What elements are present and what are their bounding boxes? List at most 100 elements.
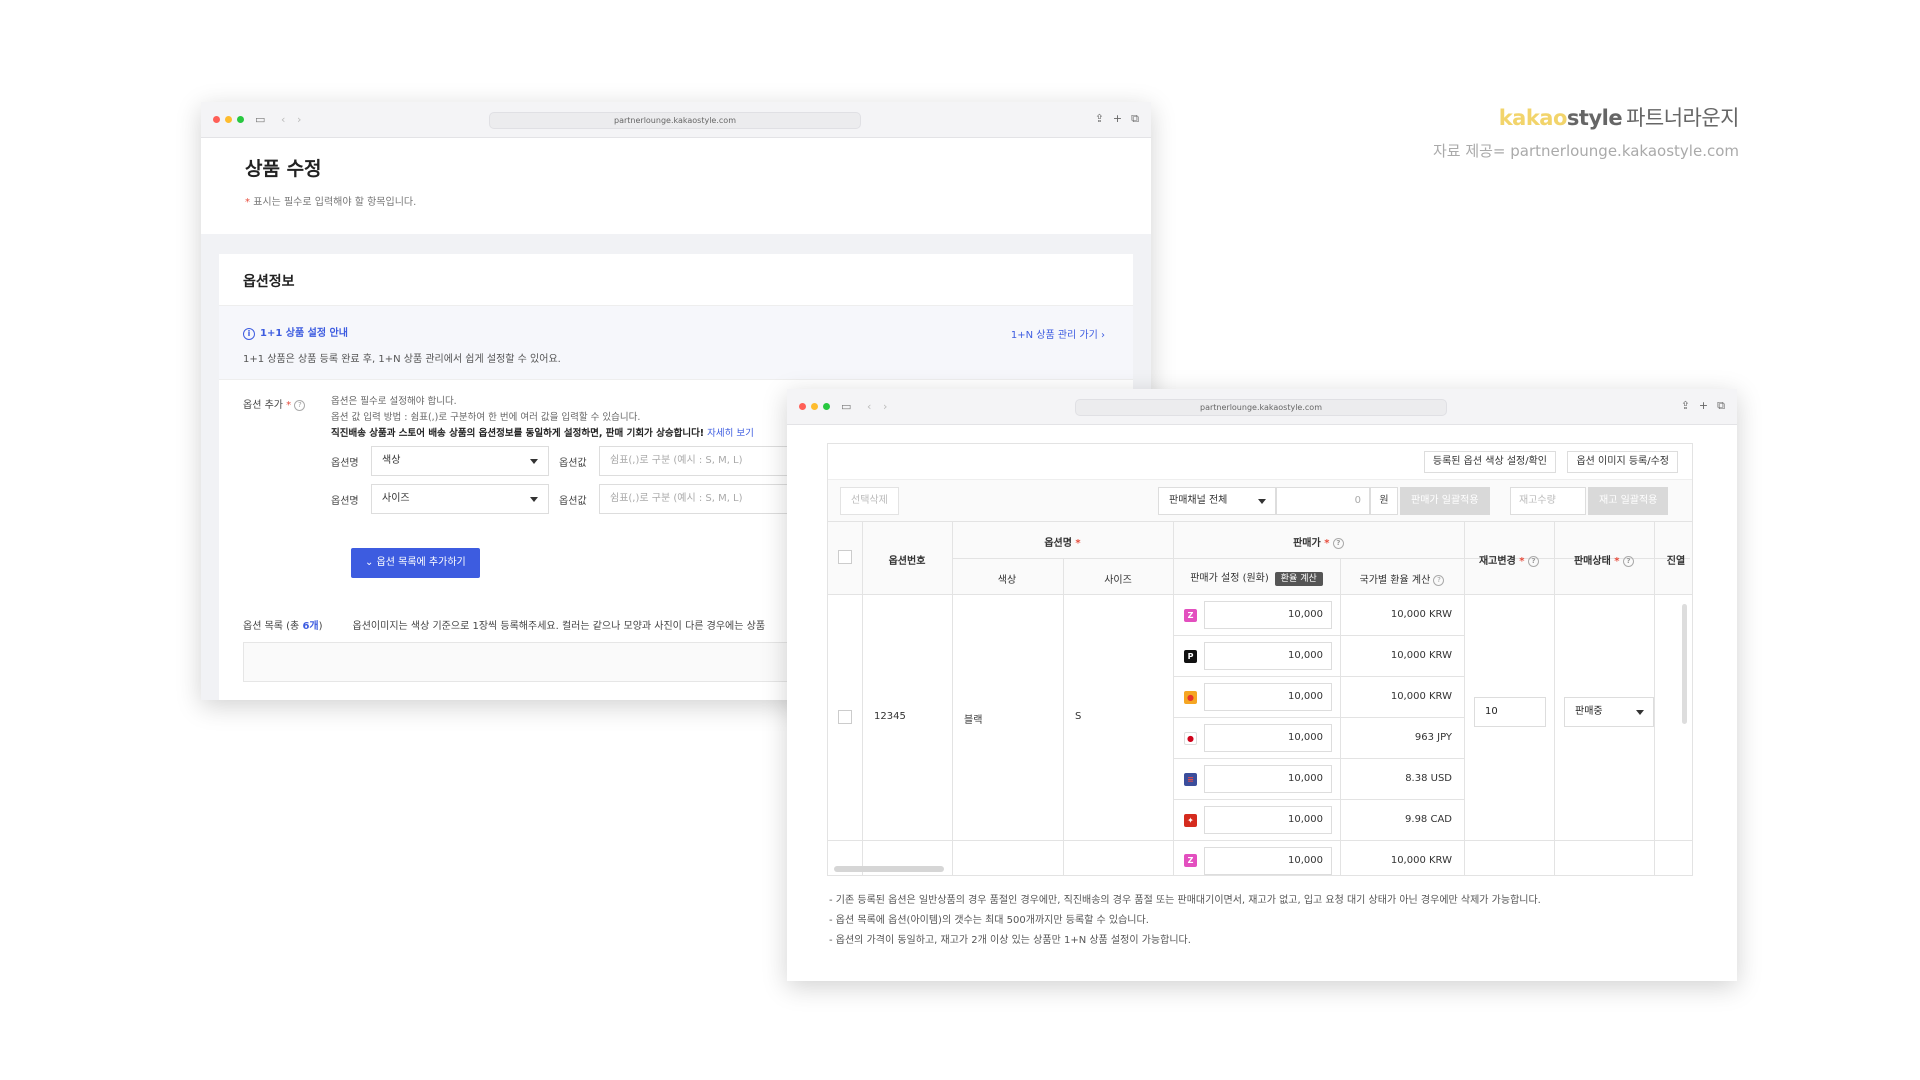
option-help: 옵션은 필수로 설정해야 합니다. 옵션 값 입력 방법 : 쉼표(,)로 구분… — [331, 396, 754, 439]
column-divider — [1173, 595, 1174, 875]
notice-box: i 1+1 상품 설정 안내 1+1 상품은 상품 등록 완료 후, 1+N 상품… — [219, 306, 1133, 380]
table-header: 옵션번호 옵션명 * 색상 사이즈 판매가 * ? 판매가 설정 (원화) 환율 … — [828, 522, 1692, 595]
channel-select[interactable]: 판매채널 전체 — [1158, 487, 1276, 515]
row-divider — [1173, 758, 1464, 759]
tabs-icon[interactable]: ⧉ — [1131, 112, 1139, 126]
column-divider — [1554, 595, 1555, 875]
usa-flag-icon: ≡ — [1184, 773, 1197, 786]
col-option-name: 옵션명 * — [1044, 538, 1081, 549]
bulk-stock-input[interactable]: 재고수량 — [1510, 487, 1586, 515]
option-table-box: 등록된 옵션 색상 설정/확인 옵션 이미지 등록/수정 선택삭제 판매채널 전… — [827, 443, 1693, 876]
required-note: * 표시는 필수로 입력해야 할 항목입니다. — [245, 197, 417, 208]
exchange-calc-button[interactable]: 환율 계산 — [1274, 572, 1323, 586]
converted-price: 9.98 CAD — [1405, 814, 1452, 825]
notes-list: - 기존 등록된 옵션은 일반상품의 경우 품절인 경우에만, 직진배송의 경우… — [829, 891, 1541, 951]
option-no-cell: 12345 — [874, 711, 906, 722]
price-input[interactable]: 10,000 — [1204, 601, 1332, 629]
option-value-input[interactable]: 쉼표(,)로 구분 (예시 : S, M, L) — [599, 484, 799, 514]
delete-selected-button[interactable]: 선택삭제 — [840, 487, 899, 515]
row-checkbox[interactable] — [838, 710, 852, 724]
details-link[interactable]: 자세히 보기 — [707, 428, 754, 439]
goto-1n-link[interactable]: 1+N 상품 관리 가기 › — [1011, 326, 1105, 341]
apply-stock-button[interactable]: 재고 일괄적용 — [1588, 487, 1669, 515]
price-input[interactable]: 10,000 — [1204, 765, 1332, 793]
close-dot[interactable] — [213, 116, 220, 123]
option-name-select[interactable]: 색상 — [371, 446, 549, 476]
won-unit: 원 — [1370, 487, 1398, 515]
address-bar[interactable]: partnerlounge.kakaostyle.com — [489, 112, 861, 129]
sale-status-select[interactable]: 판매중 — [1564, 697, 1654, 727]
color-settings-button[interactable]: 등록된 옵션 색상 설정/확인 — [1423, 451, 1556, 473]
option-value-input[interactable]: 쉼표(,)로 구분 (예시 : S, M, L) — [599, 446, 799, 476]
size-cell: S — [1075, 711, 1082, 722]
converted-price: 10,000 KRW — [1390, 855, 1452, 866]
price-input[interactable]: 10,000 — [1204, 724, 1332, 752]
row-divider — [828, 840, 1692, 841]
maximize-dot[interactable] — [237, 116, 244, 123]
back-icon[interactable]: ‹ — [281, 113, 285, 126]
help-icon[interactable]: ? — [1332, 537, 1344, 549]
bulk-price-input[interactable]: 0 — [1276, 487, 1370, 515]
maximize-dot[interactable] — [823, 403, 830, 410]
price-input[interactable]: 10,000 — [1204, 847, 1332, 875]
page-title: 상품 수정 — [245, 158, 322, 180]
posty-icon: P — [1184, 650, 1197, 663]
select-all-checkbox[interactable] — [838, 550, 852, 564]
price-input[interactable]: 10,000 — [1204, 642, 1332, 670]
minimize-dot[interactable] — [225, 116, 232, 123]
notice-desc: 1+1 상품은 상품 등록 완료 후, 1+N 상품 관리에서 쉽게 설정할 수… — [243, 354, 561, 365]
browser-titlebar: ▭ ‹ › partnerlounge.kakaostyle.com ⇪ + ⧉ — [787, 389, 1737, 425]
help-icon[interactable]: ? — [1528, 555, 1539, 567]
col-option-no: 옵션번호 — [888, 556, 926, 567]
notice-title: i 1+1 상품 설정 안내 — [243, 324, 1109, 340]
vertical-scrollbar[interactable] — [1682, 604, 1687, 724]
back-icon[interactable]: ‹ — [867, 400, 871, 413]
section-title: 옵션정보 — [219, 254, 1133, 306]
sidebar-icon[interactable]: ▭ — [841, 400, 851, 413]
col-country-conv: 국가별 환율 계산 ? — [1340, 571, 1464, 586]
option-name-select[interactable]: 사이즈 — [371, 484, 549, 514]
new-tab-icon[interactable]: + — [1113, 112, 1122, 126]
forward-icon[interactable]: › — [297, 113, 301, 126]
minimize-dot[interactable] — [811, 403, 818, 410]
forward-icon[interactable]: › — [883, 400, 887, 413]
share-icon[interactable]: ⇪ — [1095, 112, 1104, 126]
japan-flag-icon: ● — [1184, 732, 1197, 745]
share-icon[interactable]: ⇪ — [1681, 399, 1690, 413]
horizontal-scrollbar[interactable] — [834, 866, 944, 872]
help-icon[interactable]: ? — [1623, 555, 1634, 567]
option-add-label: 옵션 추가 * ? — [243, 396, 306, 411]
zigzag-icon: Z — [1184, 854, 1197, 867]
col-price-setting: 판매가 설정 (원화) 환율 계산 — [1173, 569, 1340, 586]
new-tab-icon[interactable]: + — [1699, 399, 1708, 413]
tabs-icon[interactable]: ⧉ — [1717, 399, 1725, 413]
help-icon[interactable]: ? — [294, 399, 306, 411]
converted-price: 10,000 KRW — [1390, 609, 1452, 620]
column-divider — [1063, 595, 1064, 875]
col-color: 색상 — [997, 575, 1017, 586]
col-extra: 진열 — [1666, 556, 1686, 567]
apply-price-button[interactable]: 판매가 일괄적용 — [1400, 487, 1490, 515]
sidebar-icon[interactable]: ▭ — [255, 113, 265, 126]
converted-price: 10,000 KRW — [1390, 650, 1452, 661]
zigzag-icon: Z — [1184, 609, 1197, 622]
note-item: - 옵션 목록에 옵션(아이템)의 갯수는 최대 500개까지만 등록할 수 있… — [829, 915, 1149, 926]
column-divider — [1464, 595, 1465, 875]
add-to-option-list-button[interactable]: ⌄ 옵션 목록에 추가하기 — [351, 548, 480, 578]
option-row: 옵션명 색상 옵션값 쉼표(,)로 구분 (예시 : S, M, L) — [331, 446, 799, 476]
row-divider — [1173, 799, 1464, 800]
col-size: 사이즈 — [1104, 575, 1132, 586]
option-image-button[interactable]: 옵션 이미지 등록/수정 — [1567, 451, 1678, 473]
color-cell: 블랙 — [964, 715, 983, 726]
stock-input[interactable]: 10 — [1474, 697, 1546, 727]
option-list-header: 옵션 목록 (총 6개) 옵션이미지는 색상 기준으로 1장씩 등록해주세요. 컬… — [243, 621, 766, 632]
column-divider — [862, 595, 863, 875]
column-divider — [1654, 522, 1655, 594]
brand-logo: kakaostyle 파트너라운지 — [1498, 106, 1740, 130]
price-input[interactable]: 10,000 — [1204, 683, 1332, 711]
address-bar[interactable]: partnerlounge.kakaostyle.com — [1075, 399, 1447, 416]
fashionbyki-icon: ● — [1184, 691, 1197, 704]
price-input[interactable]: 10,000 — [1204, 806, 1332, 834]
help-icon[interactable]: ? — [1433, 574, 1445, 586]
close-dot[interactable] — [799, 403, 806, 410]
